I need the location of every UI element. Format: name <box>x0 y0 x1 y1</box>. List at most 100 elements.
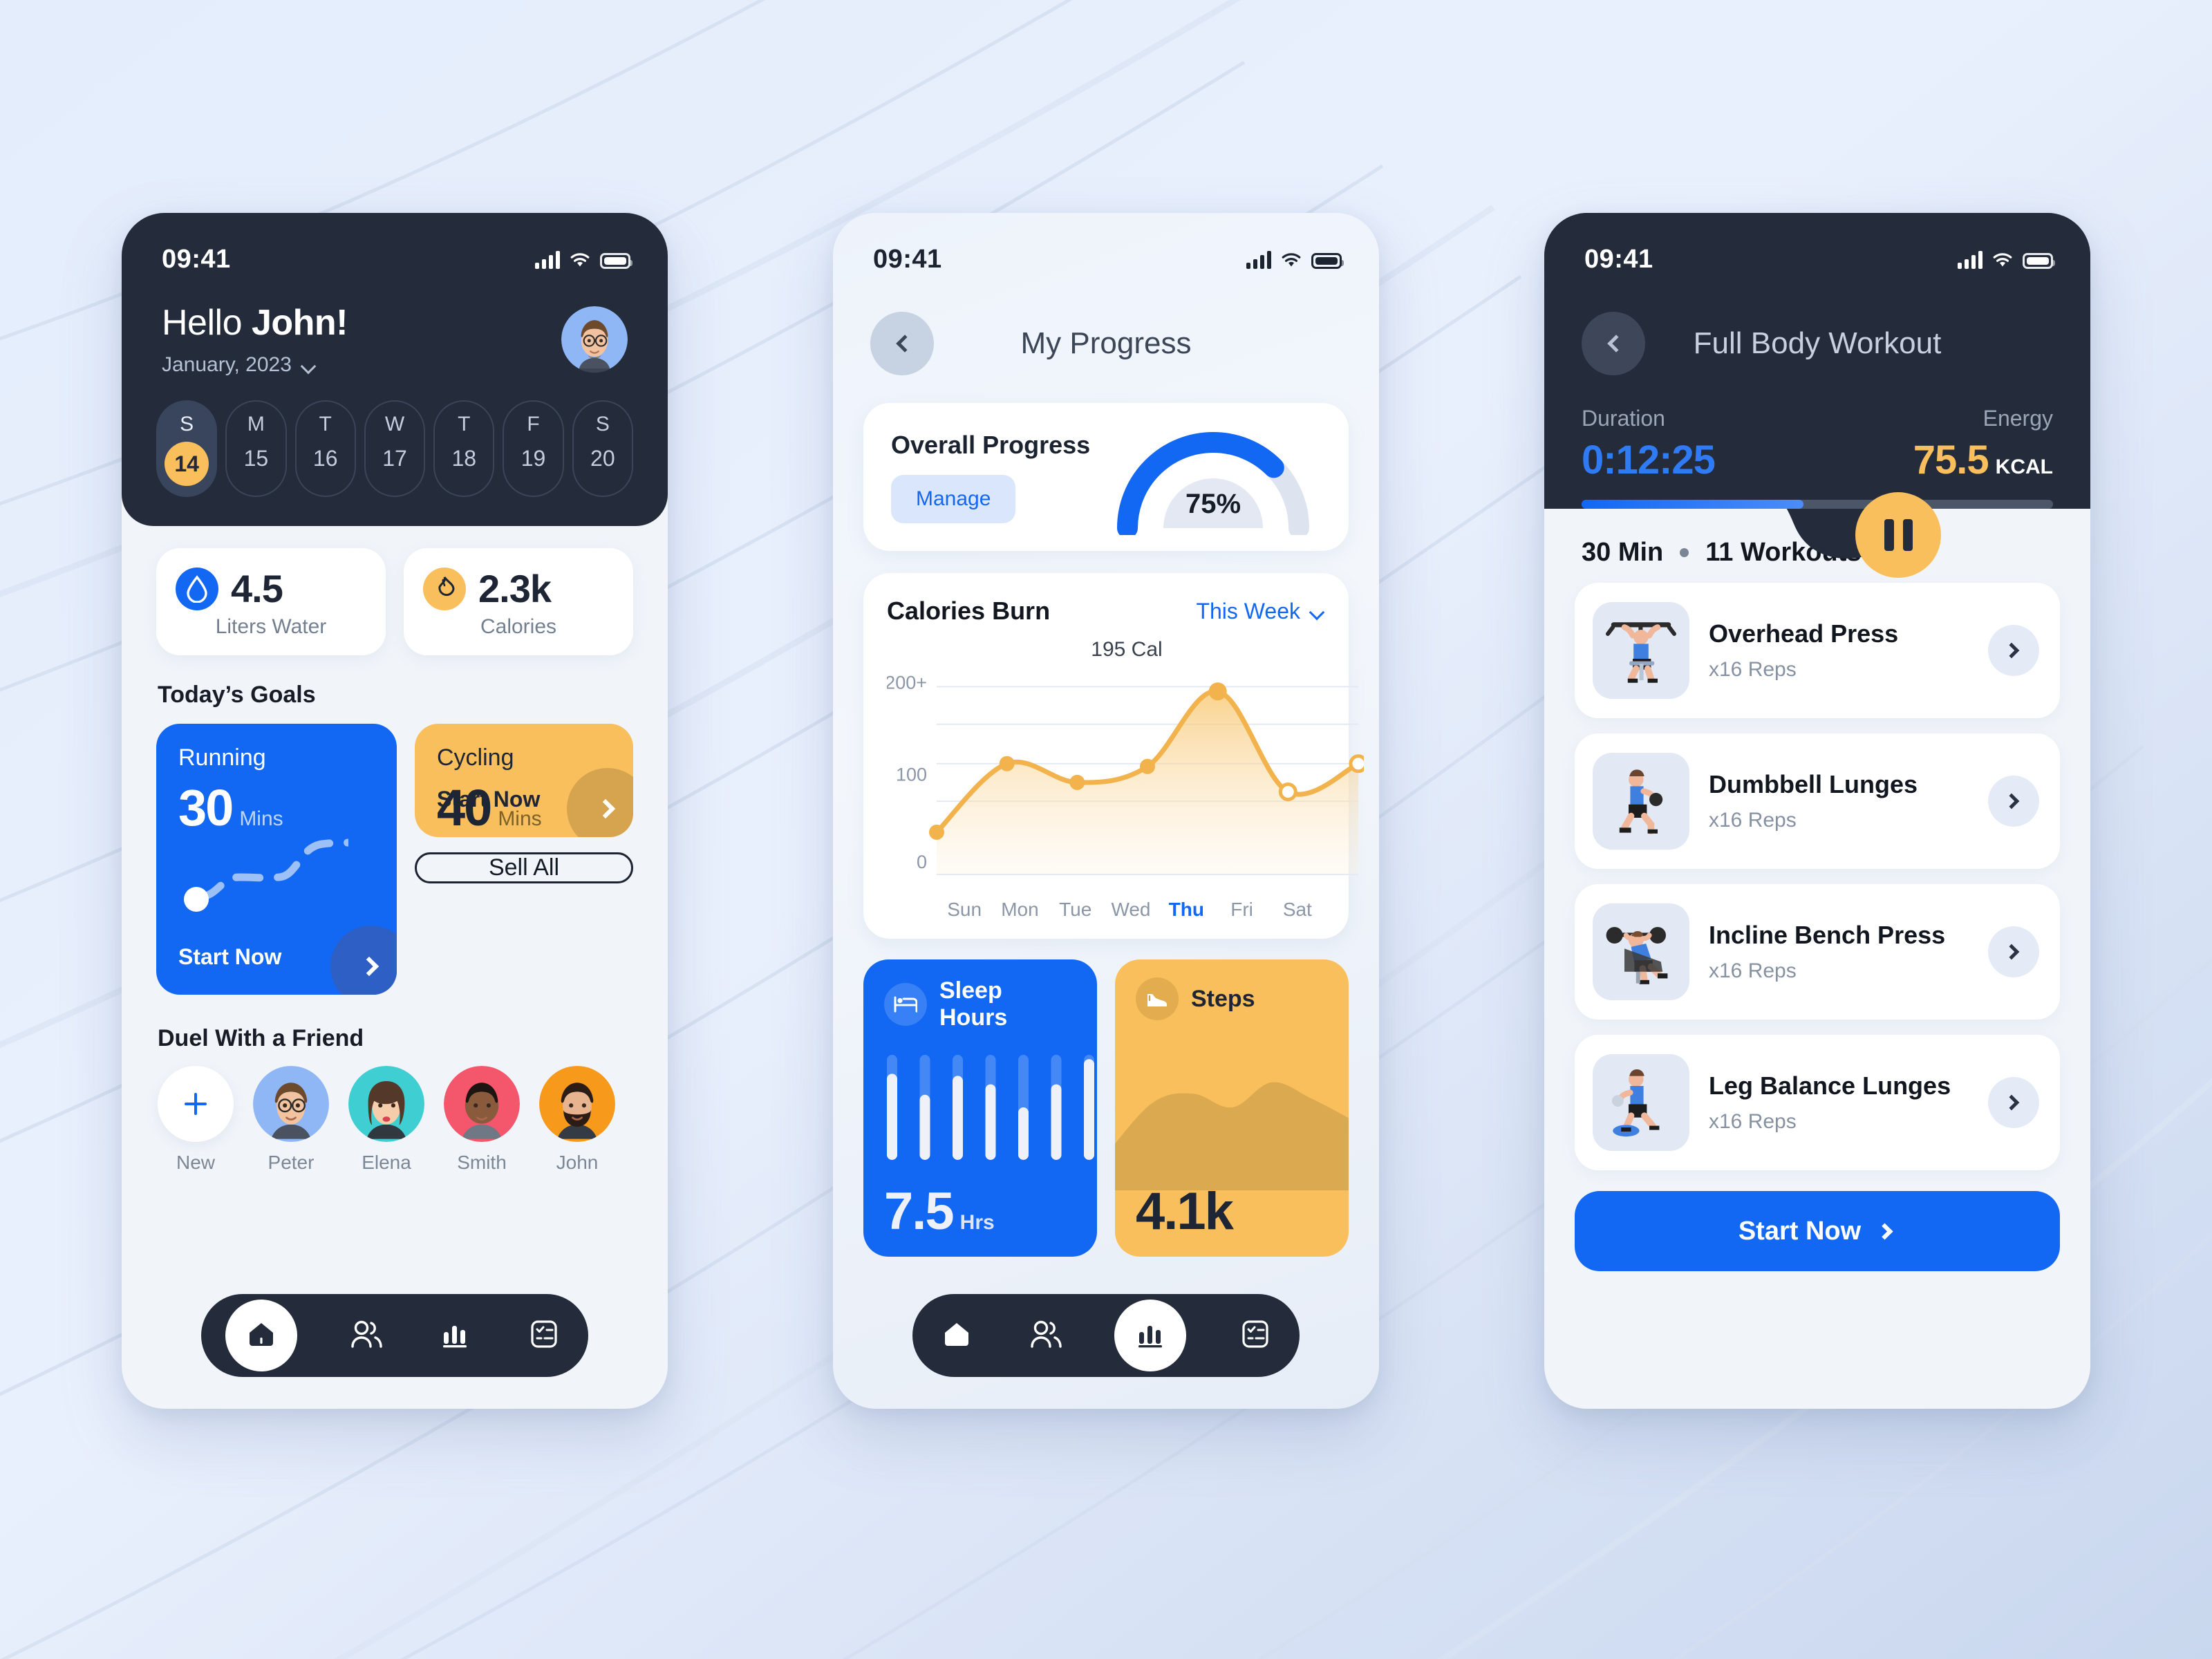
chevron-right-icon <box>2003 944 2020 960</box>
chart-x-label: Wed <box>1111 899 1151 920</box>
nav-item-people[interactable] <box>1026 1315 1066 1356</box>
exercise-name: Overhead Press <box>1709 619 1899 648</box>
exercise-detail-button[interactable] <box>1988 776 2039 827</box>
friend-avatar <box>539 1066 615 1142</box>
status-bar: 09:41 <box>833 213 1379 274</box>
goal-name: Cycling <box>437 744 514 771</box>
friend-item[interactable]: Smith <box>444 1066 520 1174</box>
calendar-day[interactable]: T 18 <box>433 400 495 497</box>
tasklist-icon <box>1239 1318 1271 1353</box>
friend-item[interactable]: Peter <box>253 1066 329 1174</box>
goal-action-label: Start Now <box>437 787 541 812</box>
goal-name: Running <box>178 744 266 771</box>
nav-item-home[interactable] <box>937 1315 977 1356</box>
friend-item[interactable]: Elena <box>348 1066 424 1174</box>
back-button[interactable] <box>1582 312 1645 375</box>
cellular-signal-icon <box>1246 250 1271 269</box>
calories-burn-card: Calories Burn This Week 195 Cal 200+ 100 0… <box>863 573 1368 939</box>
stat-card-calories[interactable]: 2.3k Calories <box>404 548 633 655</box>
chevron-right-icon <box>595 798 616 819</box>
exercise-item[interactable]: Overhead Press x16 Reps <box>1575 583 2060 718</box>
stat-label: Calories <box>480 615 557 638</box>
start-now-button[interactable]: Start Now <box>1575 1191 2060 1271</box>
svg-text:100: 100 <box>896 765 927 785</box>
status-time: 09:41 <box>873 245 942 274</box>
avatar[interactable] <box>561 306 628 373</box>
steps-value: 4.1k <box>1136 1182 1234 1241</box>
calendar-day[interactable]: S 20 <box>572 400 633 497</box>
chart-x-label: Sun <box>947 899 982 920</box>
bottom-navigation <box>201 1294 588 1377</box>
exercise-item[interactable]: Incline Bench Press x16 Reps <box>1575 884 2060 1020</box>
add-friend-button[interactable]: New <box>158 1066 234 1174</box>
calendar-day[interactable]: F 19 <box>503 400 564 497</box>
exercise-detail-button[interactable] <box>1988 926 2039 977</box>
nav-item-chart[interactable] <box>435 1315 475 1356</box>
exercise-reps: x16 Reps <box>1709 1110 1797 1133</box>
nav-item-chart[interactable] <box>1114 1300 1187 1371</box>
back-button[interactable] <box>870 312 934 375</box>
stats-row: 4.5 Liters Water 2.3k Calories <box>122 526 668 655</box>
exercise-item[interactable]: Dumbbell Lunges x16 Reps <box>1575 733 2060 869</box>
steps-area-chart <box>1115 1082 1349 1190</box>
wifi-icon <box>570 252 590 269</box>
chevron-right-icon <box>2003 793 2020 809</box>
workout-progress-bar[interactable] <box>1582 500 2053 509</box>
progress-gauge: 75% <box>1109 419 1317 538</box>
goal-action-label: Start Now <box>178 944 282 969</box>
calendar-day-number: 19 <box>521 446 546 471</box>
sell-all-button[interactable]: Sell All <box>415 852 633 883</box>
bottom-navigation <box>912 1294 1300 1377</box>
nav-item-home[interactable] <box>225 1300 298 1371</box>
nav-item-people[interactable] <box>346 1315 386 1356</box>
sleep-label: Sleep Hours <box>939 977 1008 1031</box>
exercise-detail-button[interactable] <box>1988 1077 2039 1128</box>
calendar-day-letter: T <box>458 413 471 435</box>
calendar-day-letter: S <box>180 413 194 435</box>
chevron-right-icon <box>2003 1094 2020 1111</box>
chart-x-axis-labels: Sun Mon Tue Wed Thu Fri Sat <box>887 899 1325 921</box>
manage-button[interactable]: Manage <box>891 475 1016 523</box>
shoe-icon <box>1136 977 1179 1020</box>
calendar-day[interactable]: M 15 <box>225 400 287 497</box>
exercise-detail-button[interactable] <box>1988 625 2039 676</box>
calendar-day-number: 14 <box>165 442 209 486</box>
exercise-name: Leg Balance Lunges <box>1709 1071 1951 1100</box>
friend-name: Elena <box>362 1152 411 1173</box>
calendar-day-selected[interactable]: S 14 <box>156 400 218 497</box>
goal-arrow-button[interactable] <box>330 926 397 995</box>
exercise-thumbnail <box>1593 903 1689 1000</box>
nav-item-tasklist[interactable] <box>1235 1315 1275 1356</box>
people-icon <box>349 1318 384 1353</box>
calendar-day-number: 18 <box>451 446 477 471</box>
pause-button[interactable] <box>1855 492 1941 578</box>
plus-icon <box>158 1066 234 1142</box>
friend-item[interactable]: John <box>539 1066 615 1174</box>
wifi-icon <box>1281 252 1302 269</box>
month-selector[interactable]: January, 2023 <box>162 353 348 377</box>
sleep-bar-chart <box>887 1055 1094 1160</box>
phone-screen-home: 09:41 Hello John! January, 2023 S 14 M 1… <box>122 213 668 1409</box>
range-selector[interactable]: This Week <box>1196 599 1325 624</box>
calendar-day[interactable]: W 17 <box>364 400 426 497</box>
exercise-thumbnail <box>1593 1054 1689 1151</box>
status-bar: 09:41 <box>1544 213 2090 274</box>
stat-card-water[interactable]: 4.5 Liters Water <box>156 548 386 655</box>
nav-item-tasklist[interactable] <box>524 1315 564 1356</box>
calendar-day[interactable]: T 16 <box>294 400 356 497</box>
range-label: This Week <box>1196 598 1300 624</box>
friend-name: New <box>176 1152 215 1173</box>
greeting-prefix: Hello <box>162 303 252 343</box>
chevron-right-icon <box>359 956 379 977</box>
sleep-hours-card[interactable]: Sleep Hours 7.5 Hrs <box>863 959 1097 1257</box>
exercise-item[interactable]: Leg Balance Lunges x16 Reps <box>1575 1035 2060 1170</box>
cellular-signal-icon <box>535 250 560 269</box>
goal-card-cycling[interactable]: Cycling 40 Mins Start Now <box>415 724 633 837</box>
stat-label: Liters Water <box>215 615 327 638</box>
bed-icon <box>884 983 927 1026</box>
home-icon <box>941 1318 973 1353</box>
water-drop-icon <box>176 567 218 610</box>
overall-progress-card: Overall Progress Manage 75% <box>863 403 1349 551</box>
goal-card-running[interactable]: Running 30 Mins Start Now <box>156 724 397 995</box>
steps-card[interactable]: Steps 4.1k <box>1115 959 1349 1257</box>
